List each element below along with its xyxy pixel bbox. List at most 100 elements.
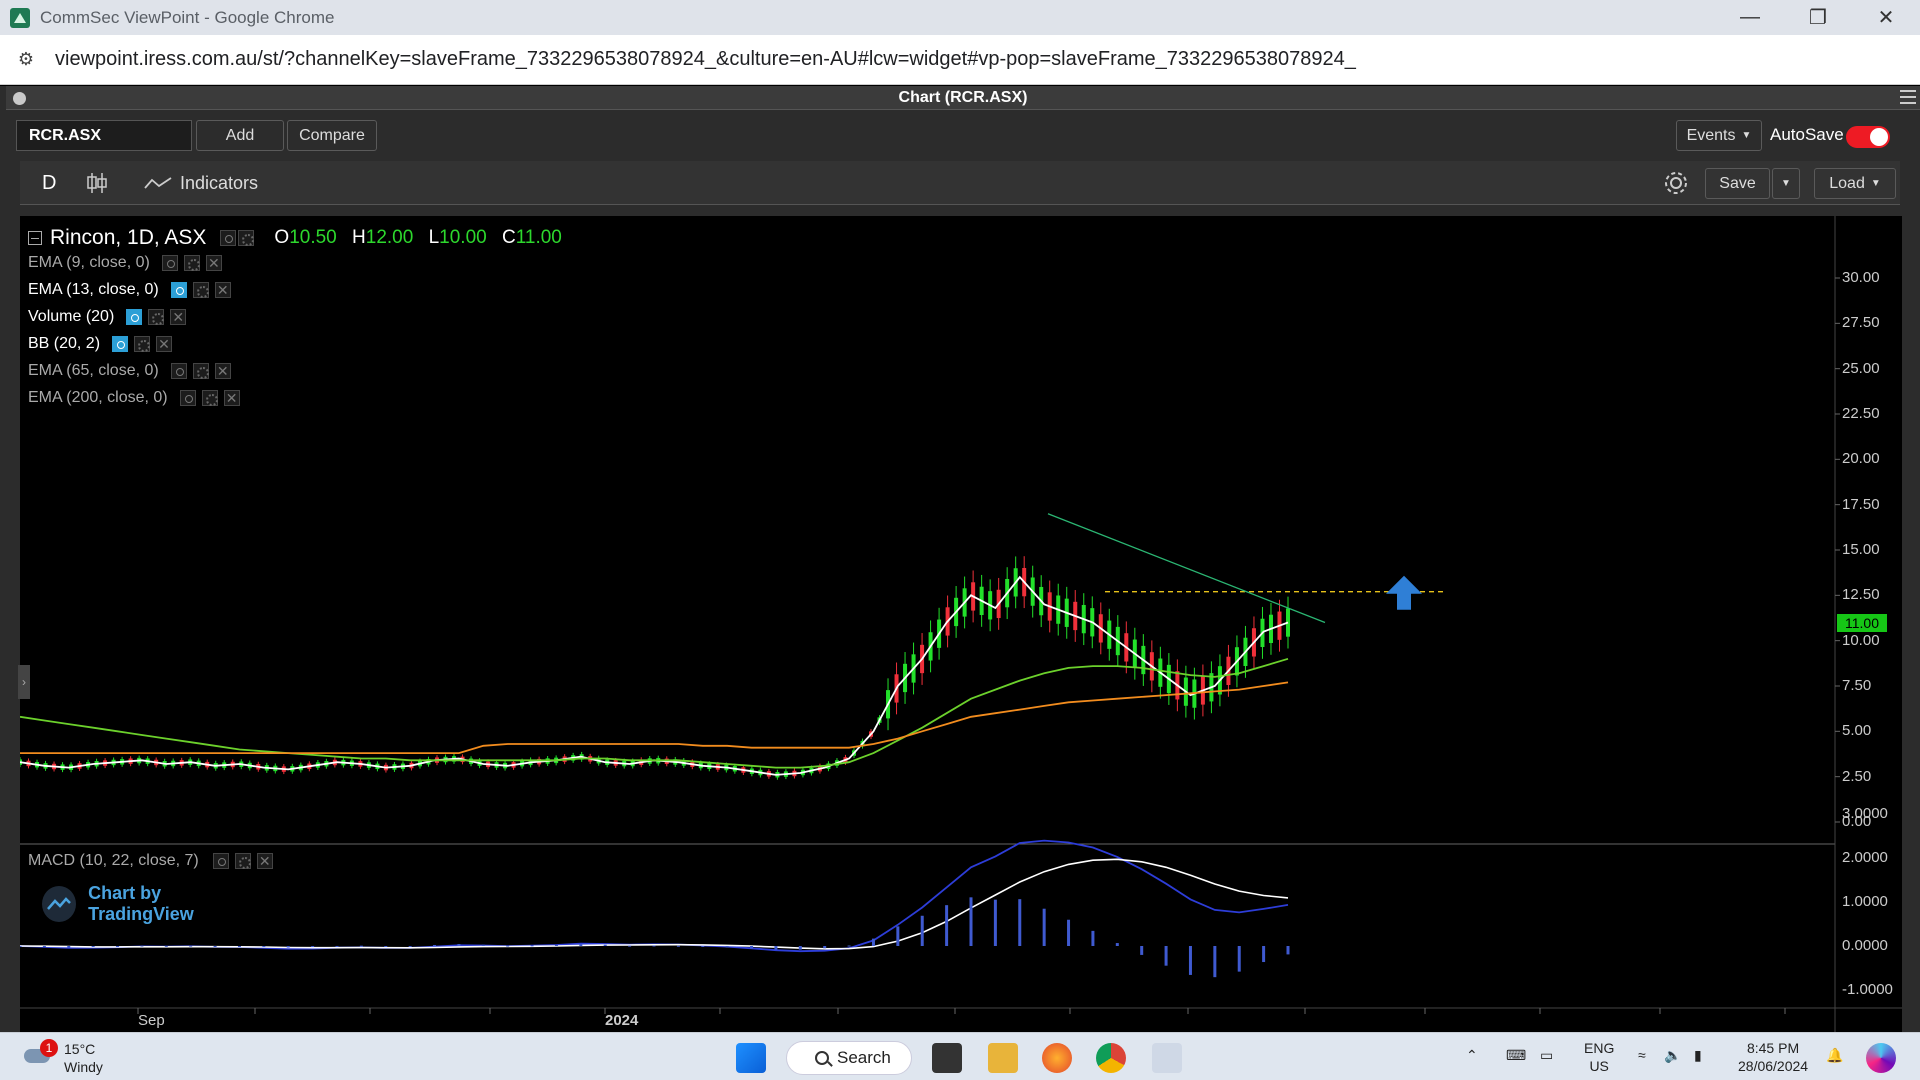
gear-icon[interactable] bbox=[148, 309, 165, 325]
windows-start-icon[interactable] bbox=[736, 1043, 766, 1073]
macd-histogram-bar bbox=[140, 945, 144, 947]
eye-icon[interactable] bbox=[212, 853, 229, 869]
macd-histogram-bar bbox=[969, 897, 973, 946]
macd-histogram-bar bbox=[116, 946, 120, 947]
tradingview-branding[interactable]: Chart by TradingView bbox=[42, 883, 262, 924]
remove-icon[interactable]: ✕ bbox=[223, 390, 240, 406]
save-button[interactable]: Save bbox=[1705, 168, 1770, 199]
notification-bell-icon[interactable]: 🔔 bbox=[1826, 1047, 1843, 1064]
gear-icon[interactable] bbox=[192, 282, 209, 298]
remove-icon[interactable]: ✕ bbox=[214, 363, 231, 379]
wifi-icon[interactable]: ≈ bbox=[1638, 1047, 1646, 1063]
windows-taskbar: 1 15°C Windy Search ⌃ ⌨ ▭ ENG US ≈ 🔈 ▮ 8:… bbox=[0, 1032, 1920, 1080]
eye-icon[interactable] bbox=[126, 309, 143, 325]
indicator-legend-row[interactable]: EMA (65, close, 0) ✕ bbox=[28, 362, 231, 380]
indicators-icon bbox=[144, 177, 172, 189]
macd-histogram-bar bbox=[1140, 946, 1144, 955]
macd-histogram-bar bbox=[91, 946, 95, 947]
side-panel-expand-icon[interactable]: › bbox=[18, 665, 30, 699]
macd-histogram-bar bbox=[798, 946, 802, 950]
eye-icon[interactable] bbox=[170, 363, 187, 379]
firefox-icon[interactable] bbox=[1042, 1043, 1072, 1073]
taskbar-search[interactable]: Search bbox=[786, 1041, 912, 1075]
remove-icon[interactable]: ✕ bbox=[214, 282, 231, 298]
eye-icon[interactable] bbox=[179, 390, 196, 406]
tradingview-logo-icon bbox=[42, 886, 77, 922]
load-dropdown[interactable]: Load ▼ bbox=[1814, 168, 1896, 199]
gear-icon[interactable] bbox=[234, 853, 251, 869]
eye-icon[interactable] bbox=[112, 336, 129, 352]
indicators-button[interactable]: Indicators bbox=[144, 161, 258, 205]
remove-icon[interactable]: ✕ bbox=[170, 309, 187, 325]
keyboard-icon[interactable]: ⌨ bbox=[1506, 1047, 1526, 1064]
tradingview-text: Chart by TradingView bbox=[88, 883, 194, 924]
remove-icon[interactable]: ✕ bbox=[156, 336, 173, 352]
panel-menu-icon[interactable] bbox=[1900, 90, 1916, 104]
minimize-button[interactable]: — bbox=[1716, 0, 1784, 35]
language-indicator[interactable]: ENG US bbox=[1584, 1039, 1614, 1075]
display-icon[interactable]: ▭ bbox=[1540, 1047, 1553, 1064]
gear-icon[interactable] bbox=[183, 255, 200, 271]
chart-canvas[interactable] bbox=[20, 216, 1902, 1032]
autosave-label: AutoSave bbox=[1770, 125, 1844, 144]
gear-icon[interactable] bbox=[201, 390, 218, 406]
site-settings-icon[interactable]: ⚙ bbox=[9, 43, 43, 77]
restore-button[interactable]: ❐ bbox=[1784, 0, 1852, 35]
ohlc-h-label: H bbox=[352, 227, 366, 248]
candle-style-icon[interactable] bbox=[86, 161, 108, 205]
symbol-input[interactable] bbox=[16, 120, 192, 151]
price-tick-label: 30.00 bbox=[1842, 269, 1880, 286]
address-bar[interactable]: ⚙ viewpoint.iress.com.au/st/?channelKey=… bbox=[0, 35, 1920, 85]
price-tick-label: 5.00 bbox=[1842, 722, 1872, 740]
panel-title: Chart (RCR.ASX) bbox=[898, 89, 1028, 106]
gear-icon[interactable] bbox=[192, 363, 209, 379]
task-view-icon[interactable] bbox=[932, 1043, 962, 1073]
eye-icon[interactable] bbox=[220, 230, 237, 246]
url-text[interactable]: viewpoint.iress.com.au/st/?channelKey=sl… bbox=[55, 48, 1356, 71]
ohlc-o-label: O bbox=[274, 227, 290, 248]
collapse-legend-icon[interactable] bbox=[28, 231, 42, 245]
chart-area[interactable]: Rincon, 1D, ASX O10.50 H12.00 L10.00 C11… bbox=[20, 216, 1902, 1032]
save-dropdown-chevron-icon[interactable]: ▼ bbox=[1772, 168, 1800, 199]
macd-histogram-bar bbox=[1213, 946, 1217, 978]
indicator-legend-row[interactable]: Volume (20) ✕ bbox=[28, 308, 187, 326]
indicator-legend-label: Volume (20) bbox=[28, 308, 115, 325]
weather-widget[interactable]: 1 15°C Windy bbox=[20, 1039, 150, 1075]
macd-histogram-bar bbox=[1115, 943, 1119, 946]
price-tick-label: 10.00 bbox=[1842, 631, 1880, 649]
macd-histogram-bar bbox=[286, 946, 290, 948]
indicator-legend-row[interactable]: EMA (200, close, 0) ✕ bbox=[28, 389, 240, 407]
indicator-legend-row[interactable]: EMA (9, close, 0) ✕ bbox=[28, 254, 222, 272]
indicator-legend-row[interactable]: EMA (13, close, 0) ✕ bbox=[28, 281, 231, 299]
close-button[interactable]: ✕ bbox=[1852, 0, 1920, 35]
file-explorer-icon[interactable] bbox=[988, 1043, 1018, 1073]
compare-button[interactable]: Compare bbox=[287, 120, 377, 151]
volume-icon[interactable]: 🔈 bbox=[1664, 1047, 1681, 1064]
gear-icon[interactable] bbox=[134, 336, 151, 352]
price-tick-label: 27.50 bbox=[1842, 314, 1880, 332]
eye-icon[interactable] bbox=[161, 255, 178, 271]
symbol-legend: Rincon, 1D, ASX O10.50 H12.00 L10.00 C11… bbox=[28, 226, 572, 250]
indicator-legend-row[interactable]: BB (20, 2) ✕ bbox=[28, 335, 173, 353]
snipping-tool-icon[interactable] bbox=[1152, 1043, 1182, 1073]
interval-button[interactable]: D bbox=[42, 161, 56, 205]
add-button[interactable]: Add bbox=[196, 120, 284, 151]
macd-histogram-bar bbox=[847, 945, 851, 947]
ohlc-readout: O10.50 H12.00 L10.00 C11.00 bbox=[274, 227, 571, 249]
eye-icon[interactable] bbox=[170, 282, 187, 298]
macd-histogram-bar bbox=[652, 945, 656, 947]
macd-histogram-bar bbox=[1042, 908, 1046, 946]
clock[interactable]: 8:45 PM 28/06/2024 bbox=[1738, 1039, 1808, 1075]
remove-icon[interactable]: ✕ bbox=[205, 255, 222, 271]
settings-gear-icon[interactable] bbox=[1662, 161, 1690, 205]
indicator-legend-label: BB (20, 2) bbox=[28, 335, 101, 352]
events-dropdown[interactable]: Events ▼ bbox=[1676, 120, 1762, 151]
remove-icon[interactable]: ✕ bbox=[256, 853, 273, 869]
battery-icon[interactable]: ▮ bbox=[1694, 1047, 1702, 1064]
indicator-lines bbox=[20, 575, 1289, 776]
gear-icon[interactable] bbox=[238, 230, 255, 246]
tray-chevron-up-icon[interactable]: ⌃ bbox=[1466, 1047, 1478, 1064]
copilot-icon[interactable] bbox=[1866, 1043, 1896, 1073]
autosave-toggle[interactable] bbox=[1846, 126, 1890, 148]
chrome-icon[interactable] bbox=[1096, 1043, 1126, 1073]
